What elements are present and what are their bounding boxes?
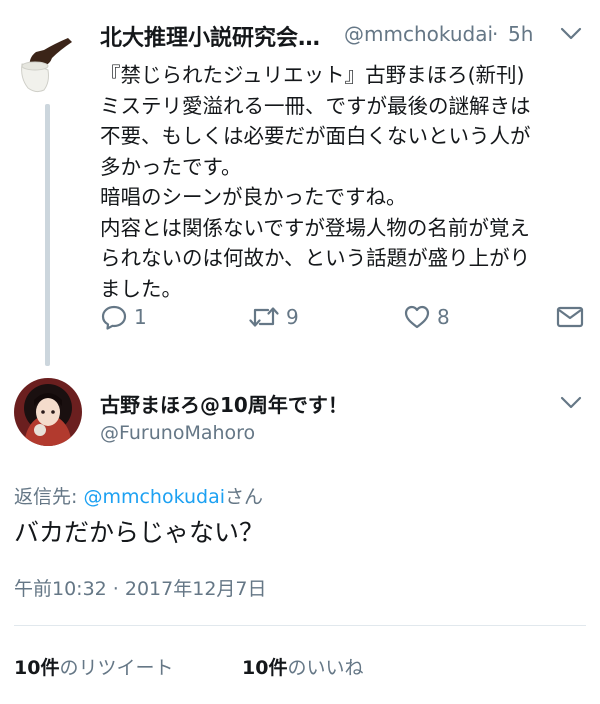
parent-text-line: 暗唱のシーンが良かったですね。 xyxy=(100,185,407,209)
likes-label: のいいね xyxy=(287,657,364,679)
parent-separator: · xyxy=(492,22,499,46)
parent-text-line: ミステリ愛溢れる一冊、ですが最後の謎解きは xyxy=(100,93,531,118)
reply-count: 1 xyxy=(134,305,147,329)
like-button[interactable]: 8 xyxy=(403,300,450,334)
retweets-stat[interactable]: 10件のリツイート xyxy=(14,653,173,680)
parent-time[interactable]: 5h xyxy=(508,22,533,46)
heart-icon xyxy=(403,303,431,331)
retweet-count: 9 xyxy=(286,305,299,329)
divider xyxy=(14,625,586,626)
parent-tweet-text: 『禁じられたジュリエット』古野まほろ(新刊) ミステリ愛溢れる一冊、ですが最後の… xyxy=(100,60,590,304)
chevron-down-icon[interactable] xyxy=(560,395,582,411)
reply-prefix: 返信先: xyxy=(14,486,84,508)
chevron-down-icon[interactable] xyxy=(560,26,582,42)
retweets-label: のリツイート xyxy=(59,657,174,679)
reply-context: 返信先: @mmchokudaiさん xyxy=(14,482,263,509)
reply-button[interactable]: 1 xyxy=(100,300,147,334)
thread-connector-line xyxy=(45,104,50,366)
reply-mention-link[interactable]: @mmchokudai xyxy=(83,486,225,508)
likes-count: 10件 xyxy=(242,657,288,679)
parent-action-bar: 1 9 8 xyxy=(100,300,590,334)
retweet-button[interactable]: 9 xyxy=(248,300,299,334)
retweet-icon xyxy=(248,303,280,331)
parent-text-line: 『禁じられたジュリエット』古野まほろ(新刊) xyxy=(100,63,525,87)
parent-text-line: 多かったです。 xyxy=(100,154,242,179)
parent-text-line: 不要、もしくは必要だが面白くないという人が xyxy=(100,124,531,148)
likes-stat[interactable]: 10件のいいね xyxy=(242,653,363,680)
direct-message-button[interactable] xyxy=(556,300,584,334)
pipe-avatar-icon[interactable] xyxy=(10,30,78,98)
mail-icon xyxy=(556,305,584,329)
retweets-count: 10件 xyxy=(14,657,60,679)
parent-display-name[interactable]: 北大推理小説研究会… xyxy=(100,20,320,52)
parent-text-line: 内容とは関係ないですが登場人物の名前が覚え xyxy=(100,215,530,240)
parent-text-line: られないのは何故か、という話題が盛り上がり xyxy=(100,246,531,270)
like-count: 8 xyxy=(437,305,450,329)
author-display-name[interactable]: 古野まほろ@10周年です！ xyxy=(100,389,348,418)
avatar[interactable] xyxy=(14,378,82,446)
reply-icon xyxy=(100,303,128,331)
parent-handle[interactable]: @mmchokudai xyxy=(344,22,493,46)
tweet-text: バカだからじゃない？ xyxy=(14,518,265,547)
tweet-timestamp[interactable]: 午前10:32 · 2017年12月7日 xyxy=(14,574,267,601)
author-handle[interactable]: @FurunoMahoro xyxy=(100,422,255,444)
reply-suffix: さん xyxy=(225,486,264,508)
